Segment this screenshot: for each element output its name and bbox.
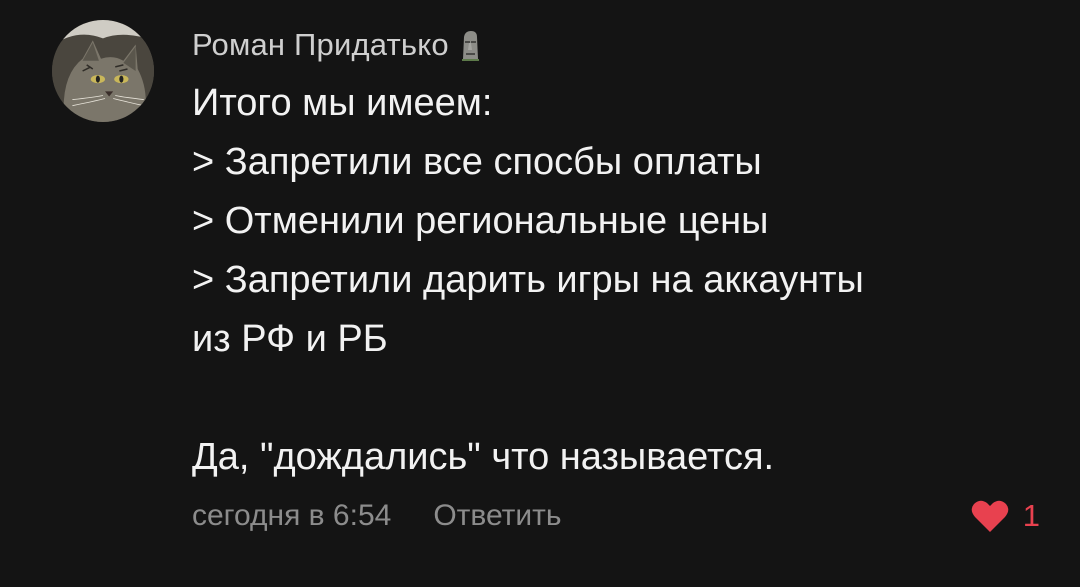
author-name[interactable]: Роман Придатько [192, 27, 449, 63]
comment: Роман Придатько Итого мы имеем: > Запрети… [0, 0, 1080, 587]
cat-avatar-icon [52, 20, 154, 122]
comment-line: > Отменили региональные цены [192, 200, 769, 242]
author-row: Роман Придатько [192, 22, 1052, 68]
comment-text: Итого мы имеем: > Запретили все спосбы оп… [192, 74, 1052, 487]
comment-meta: сегодня в 6:54 Ответить [192, 494, 562, 538]
comment-closing-line: Да, "дождались" что называется. [192, 436, 775, 478]
comment-line: > Запретили дарить игры на аккаунты [192, 259, 864, 301]
timestamp: сегодня в 6:54 [192, 499, 392, 532]
reply-button[interactable]: Ответить [433, 499, 561, 533]
avatar[interactable] [52, 20, 154, 122]
heart-icon [971, 500, 1009, 532]
like-button[interactable]: 1 [971, 494, 1040, 538]
comment-line: Итого мы имеем: [192, 82, 493, 124]
moai-icon [461, 31, 479, 61]
comment-body: Роман Придатько Итого мы имеем: > Запрети… [192, 22, 1052, 487]
like-count: 1 [1022, 498, 1040, 533]
comment-line: > Запретили все спосбы оплаты [192, 141, 762, 183]
comment-line: из РФ и РБ [192, 318, 388, 360]
